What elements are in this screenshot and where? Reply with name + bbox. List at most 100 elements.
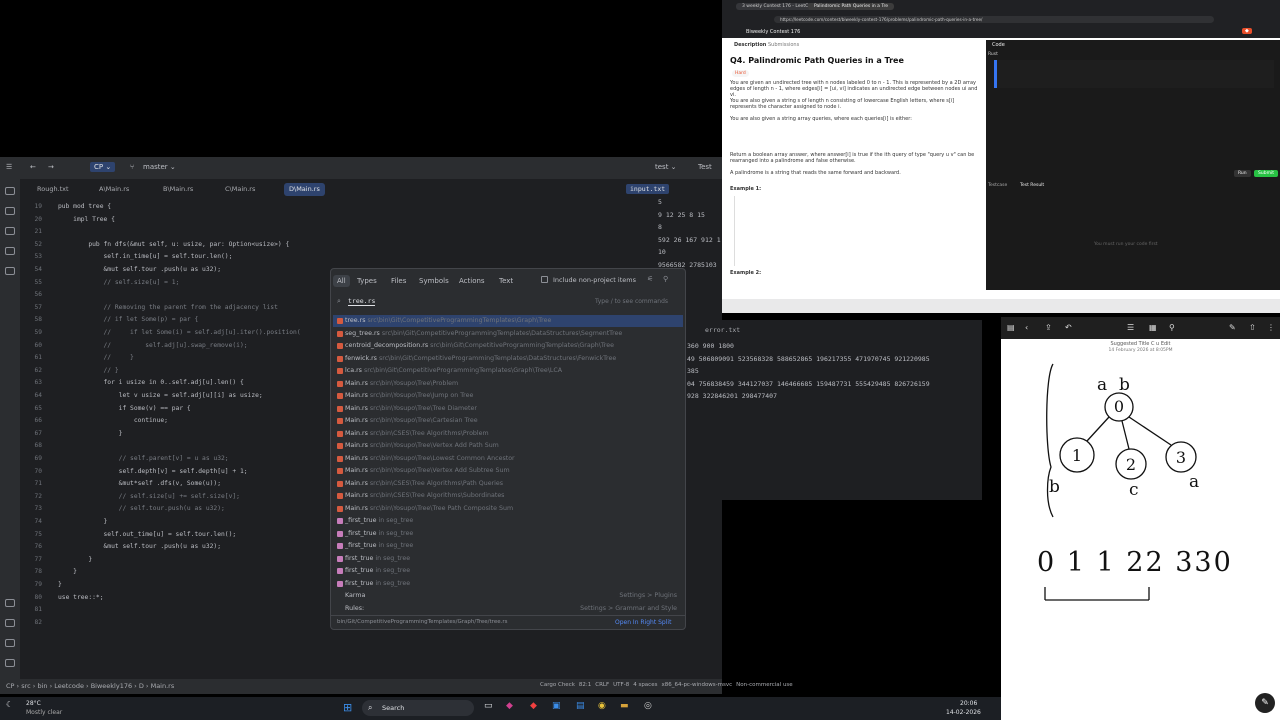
url-bar[interactable]: https://leetcode.com/contest/biweekly-co… — [774, 16, 1214, 23]
calendar-icon[interactable]: ▣ — [552, 701, 561, 711]
tab-actions[interactable]: Actions — [455, 275, 489, 287]
result-item[interactable]: tree.rs src\bin\Git\CompetitiveProgrammin… — [333, 315, 683, 327]
menu-icon[interactable]: ☰ — [6, 163, 12, 171]
status-target[interactable]: x86_64-pc-windows-msvc — [661, 682, 732, 688]
result-item[interactable]: first_true in seg_tree — [333, 578, 683, 590]
branch-selector[interactable]: master ⌄ — [143, 163, 176, 171]
result-item[interactable]: _first_true in seg_tree — [333, 528, 683, 540]
tab-d-main[interactable]: D\Main.rs — [284, 183, 325, 196]
tab-test-result[interactable]: Test Result — [1020, 183, 1044, 188]
clock-date[interactable]: 14-02-2026 — [946, 709, 981, 716]
tab-symbols[interactable]: Symbols — [415, 275, 453, 287]
drawing-canvas[interactable]: 0 1 2 3 a b b c a 0 1 1 22 330 — [1001, 317, 1280, 720]
rust-file-icon — [337, 330, 343, 337]
tab-testcase[interactable]: Testcase — [988, 183, 1007, 188]
crumb-d[interactable]: D — [139, 682, 144, 690]
result-path: in seg_tree — [378, 542, 414, 549]
run-button[interactable]: Run — [1234, 170, 1251, 177]
crumb-biweekly[interactable]: Biweekly176 — [91, 682, 132, 690]
crumb-leetcode[interactable]: Leetcode — [54, 682, 84, 690]
line-number: 66 — [34, 417, 42, 425]
crumb-main[interactable]: Main.rs — [151, 682, 175, 690]
submit-button[interactable]: Submit — [1254, 170, 1278, 177]
obs-icon[interactable]: ◎ — [644, 701, 652, 711]
status-line-sep[interactable]: CRLF — [595, 682, 609, 688]
crumb-bin[interactable]: bin — [37, 682, 47, 690]
result-item[interactable]: fenwick.rs src\bin\Git\CompetitiveProgram… — [333, 353, 683, 365]
pen-fab-icon[interactable]: ✎ — [1255, 693, 1275, 713]
result-item[interactable]: Main.rs src\bin\CSES\Tree Algorithms\Subo… — [333, 490, 683, 502]
crumb-src[interactable]: src — [21, 682, 31, 690]
tab-submissions[interactable]: Submissions — [768, 42, 799, 48]
tab-input[interactable]: input.txt — [626, 184, 670, 194]
test-button[interactable]: Test — [698, 163, 712, 171]
tab-b-main[interactable]: B\Main.rs — [158, 183, 198, 196]
taskbar-search[interactable]: ⌕ Search — [362, 700, 474, 716]
result-item[interactable]: Main.rs src\bin\CSES\Tree Algorithms\Path… — [333, 478, 683, 490]
search-input[interactable]: tree.rs — [348, 297, 376, 306]
tab-error[interactable]: error.txt — [705, 326, 740, 334]
code-editor-lc[interactable] — [994, 60, 1274, 88]
status-cargo-check[interactable]: Cargo Check — [540, 682, 575, 688]
result-item[interactable]: Main.rs src\bin\Yosupo\Tree\Cartesian Tre… — [333, 415, 683, 427]
folder-icon[interactable]: ▬ — [620, 701, 629, 711]
result-item[interactable]: centroid_decomposition.rs src\bin\Git\Com… — [333, 340, 683, 352]
app-icon[interactable]: ◆ — [530, 701, 537, 711]
file-explorer-icon[interactable]: ▭ — [484, 701, 493, 711]
result-item[interactable]: Main.rs src\bin\Yosupo\Tree\Vertex Add Su… — [333, 465, 683, 477]
open-right-split-link[interactable]: Open In Right Split — [615, 619, 671, 626]
tab-a-main[interactable]: A\Main.rs — [94, 183, 134, 196]
weather-icon[interactable]: ☾ — [6, 700, 13, 709]
contest-title[interactable]: Biweekly Contest 176 — [746, 29, 800, 35]
tab-types[interactable]: Types — [353, 275, 381, 287]
forward-icon[interactable]: → — [48, 163, 54, 171]
rustrover-icon[interactable]: ◆ — [506, 701, 513, 711]
premium-badge[interactable]: ◆ — [1242, 28, 1252, 34]
result-name: tree.rs — [345, 317, 366, 324]
result-item[interactable]: _first_true in seg_tree — [333, 515, 683, 527]
action-item[interactable]: Rules: Settings > Grammar and Style — [333, 603, 683, 615]
input-lines[interactable]: 59 12 25 8 15 8 592 26 167 912 1 10 9566582 … — [658, 198, 721, 273]
result-item[interactable]: seg_tree.rs src\bin\Git\CompetitiveProgra… — [333, 328, 683, 340]
tab-code[interactable]: Code — [992, 42, 1005, 48]
tab-c-main[interactable]: C\Main.rs — [220, 183, 260, 196]
result-item[interactable]: Main.rs src\bin\Yosupo\Tree\Jump on Tree — [333, 390, 683, 402]
crumb-cp[interactable]: CP — [6, 682, 14, 690]
include-checkbox[interactable] — [541, 276, 548, 283]
status-indent[interactable]: 4 spaces — [633, 682, 657, 688]
chrome-icon[interactable]: ◉ — [598, 701, 606, 711]
result-item[interactable]: Main.rs src\bin\Yosupo\Tree\Lowest Common… — [333, 453, 683, 465]
tab-files[interactable]: Files — [387, 275, 410, 287]
action-item[interactable]: Karma Settings > Plugins — [333, 590, 683, 602]
start-icon[interactable]: ⊞ — [343, 701, 352, 714]
run-config-selector[interactable]: test ⌄ — [655, 163, 677, 171]
result-item[interactable]: Main.rs src\bin\Yosupo\Tree\Tree Diameter — [333, 403, 683, 415]
store-icon[interactable]: ▤ — [576, 701, 585, 711]
result-item[interactable]: Main.rs src\bin\Yosupo\Tree\Problem — [333, 378, 683, 390]
status-license[interactable]: Non-commercial use — [736, 682, 793, 688]
result-item[interactable]: first_true in seg_tree — [333, 565, 683, 577]
result-item[interactable]: first_true in seg_tree — [333, 553, 683, 565]
browser-tab-2[interactable]: Palindromic Path Queries in a Tre — [808, 3, 894, 10]
status-encoding[interactable]: UTF-8 — [613, 682, 629, 688]
output-lines[interactable]: 360 900 1800 49 506809091 523568328 58865… — [687, 342, 930, 405]
result-item[interactable]: Main.rs src\bin\CSES\Tree Algorithms\Prob… — [333, 428, 683, 440]
lang-selector[interactable]: Rust — [988, 52, 998, 57]
result-item[interactable]: Main.rs src\bin\Yosupo\Tree\Vertex Add Pa… — [333, 440, 683, 452]
pin-icon[interactable]: ⚲ — [663, 275, 668, 283]
tab-description[interactable]: Description — [734, 42, 766, 48]
clock-time[interactable]: 20:06 — [960, 700, 977, 707]
status-position[interactable]: 82:1 — [579, 682, 591, 688]
filter-icon[interactable]: ⚟ — [647, 275, 653, 283]
browser-tab-1[interactable]: 3 weekly Contest 176 - LeetCo — [736, 3, 817, 10]
back-icon[interactable]: ← — [30, 163, 36, 171]
tab-rough[interactable]: Rough.txt — [32, 183, 74, 196]
tab-all[interactable]: All — [333, 275, 350, 287]
action-location: Settings > Plugins — [619, 592, 677, 599]
tab-text[interactable]: Text — [495, 275, 517, 287]
result-item[interactable]: _first_true in seg_tree — [333, 540, 683, 552]
result-item[interactable]: Main.rs src\bin\Yosupo\Tree\Tree Path Com… — [333, 503, 683, 515]
result-item[interactable]: lca.rs src\bin\Git\CompetitiveProgramming… — [333, 365, 683, 377]
folder-icon[interactable] — [5, 187, 15, 195]
project-selector[interactable]: CP ⌄ — [90, 162, 116, 172]
